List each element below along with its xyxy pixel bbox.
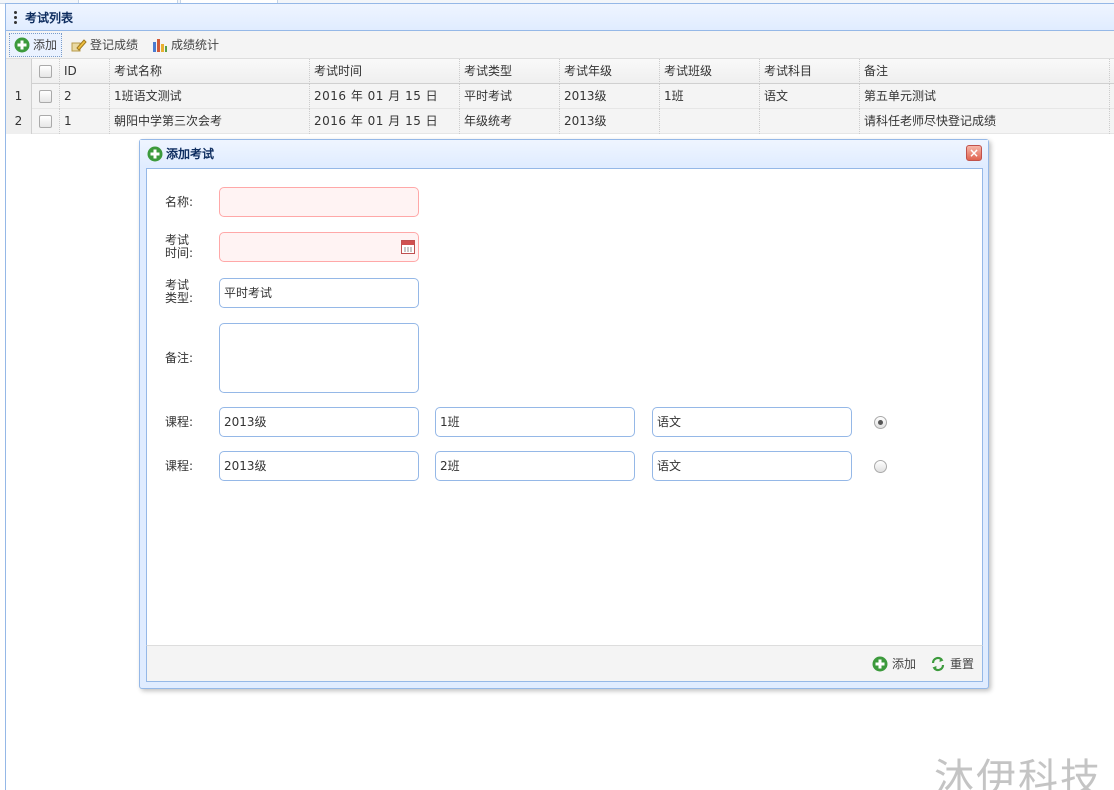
add-icon: [14, 37, 30, 53]
register-score-label: 登记成绩: [90, 38, 139, 52]
dialog-reset-label: 重置: [949, 657, 974, 671]
cell-subject: 语文: [760, 84, 860, 109]
column-header-name[interactable]: 考试名称: [110, 59, 310, 84]
column-header-note[interactable]: 备注: [860, 59, 1110, 84]
add-icon: [147, 146, 163, 162]
course-radio[interactable]: [874, 416, 887, 429]
course-grade-field[interactable]: 2013级: [219, 451, 419, 481]
name-label: 名称:: [165, 195, 194, 209]
menu-dots-icon[interactable]: [14, 10, 17, 24]
course-label: 课程:: [165, 459, 194, 473]
add-icon: [872, 656, 888, 672]
dialog-title: 添加考试: [166, 147, 215, 161]
type-label-line2: 类型:: [165, 291, 194, 305]
table-row[interactable]: 2 1 朝阳中学第三次会考 2016 年 01 月 15 日 年级统考 2013…: [6, 109, 1114, 134]
reload-icon: [930, 656, 946, 672]
add-exam-dialog: 添加考试 × 名称: 考试 时间: 考试 类型: 平时考试 备注: 课程: 20…: [139, 139, 989, 689]
time-label: 考试 时间:: [165, 234, 193, 260]
calendar-icon[interactable]: [401, 240, 415, 254]
cell-class: [660, 109, 760, 134]
chart-icon: [152, 37, 168, 53]
cell-id: 1: [60, 109, 110, 134]
add-button[interactable]: 添加: [9, 32, 63, 57]
course-grade-field[interactable]: 2013级: [219, 407, 419, 437]
row-checkbox[interactable]: [32, 84, 60, 109]
column-header-id[interactable]: ID: [60, 59, 110, 84]
note-textarea[interactable]: [219, 323, 419, 393]
dialog-footer: 添加 重置: [146, 645, 983, 682]
cell-note: 第五单元测试: [860, 84, 1110, 109]
course-class-field[interactable]: 2班: [435, 451, 635, 481]
exam-grid: ID 考试名称 考试时间 考试类型 考试年级 考试班级 考试科目 备注 1 2 …: [6, 59, 1114, 134]
course-class-field[interactable]: 1班: [435, 407, 635, 437]
name-field[interactable]: [219, 187, 419, 217]
course-subject-field[interactable]: 语文: [652, 451, 852, 481]
table-row[interactable]: 1 2 1班语文测试 2016 年 01 月 15 日 平时考试 2013级 1…: [6, 84, 1114, 109]
cell-name: 朝阳中学第三次会考: [110, 109, 310, 134]
cell-note: 请科任老师尽快登记成绩: [860, 109, 1110, 134]
course-label: 课程:: [165, 415, 194, 429]
column-header-grade[interactable]: 考试年级: [560, 59, 660, 84]
watermark: 沐伊科技: [934, 756, 1102, 790]
dialog-body: 名称: 考试 时间: 考试 类型: 平时考试 备注: 课程: 2013级 1班 …: [146, 168, 983, 645]
grid-header-row: ID 考试名称 考试时间 考试类型 考试年级 考试班级 考试科目 备注: [6, 59, 1114, 84]
select-all-checkbox[interactable]: [32, 59, 60, 84]
panel-header: 考试列表: [6, 3, 1114, 31]
rownum-header: [6, 59, 32, 84]
edit-icon: [71, 37, 87, 53]
cell-time: 2016 年 01 月 15 日: [310, 84, 460, 109]
row-number: 2: [6, 109, 32, 134]
register-score-button[interactable]: 登记成绩: [66, 33, 143, 57]
column-header-type[interactable]: 考试类型: [460, 59, 560, 84]
cell-name: 1班语文测试: [110, 84, 310, 109]
close-icon[interactable]: ×: [966, 145, 982, 161]
toolbar: 添加 登记成绩 成绩统计: [6, 31, 1114, 59]
dialog-add-label: 添加: [891, 657, 916, 671]
add-button-label: 添加: [33, 38, 58, 52]
time-label-line2: 时间:: [165, 246, 194, 260]
time-field[interactable]: [219, 232, 419, 262]
row-number: 1: [6, 84, 32, 109]
cell-type: 年级统考: [460, 109, 560, 134]
type-label: 考试 类型:: [165, 279, 193, 305]
cell-id: 2: [60, 84, 110, 109]
cell-class: 1班: [660, 84, 760, 109]
cell-type: 平时考试: [460, 84, 560, 109]
column-header-class[interactable]: 考试班级: [660, 59, 760, 84]
column-header-subject[interactable]: 考试科目: [760, 59, 860, 84]
cell-time: 2016 年 01 月 15 日: [310, 109, 460, 134]
cell-grade: 2013级: [560, 109, 660, 134]
dialog-reset-button[interactable]: 重置: [930, 655, 974, 672]
score-stats-label: 成绩统计: [171, 38, 220, 52]
note-label: 备注:: [165, 351, 194, 365]
course-subject-field[interactable]: 语文: [652, 407, 852, 437]
score-stats-button[interactable]: 成绩统计: [147, 33, 224, 57]
cell-subject: [760, 109, 860, 134]
course-radio[interactable]: [874, 460, 887, 473]
dialog-header[interactable]: 添加考试 ×: [140, 140, 988, 167]
column-header-time[interactable]: 考试时间: [310, 59, 460, 84]
cell-grade: 2013级: [560, 84, 660, 109]
dialog-add-button[interactable]: 添加: [872, 655, 916, 672]
type-field[interactable]: 平时考试: [219, 278, 419, 308]
row-checkbox[interactable]: [32, 109, 60, 134]
panel-title: 考试列表: [25, 10, 74, 25]
